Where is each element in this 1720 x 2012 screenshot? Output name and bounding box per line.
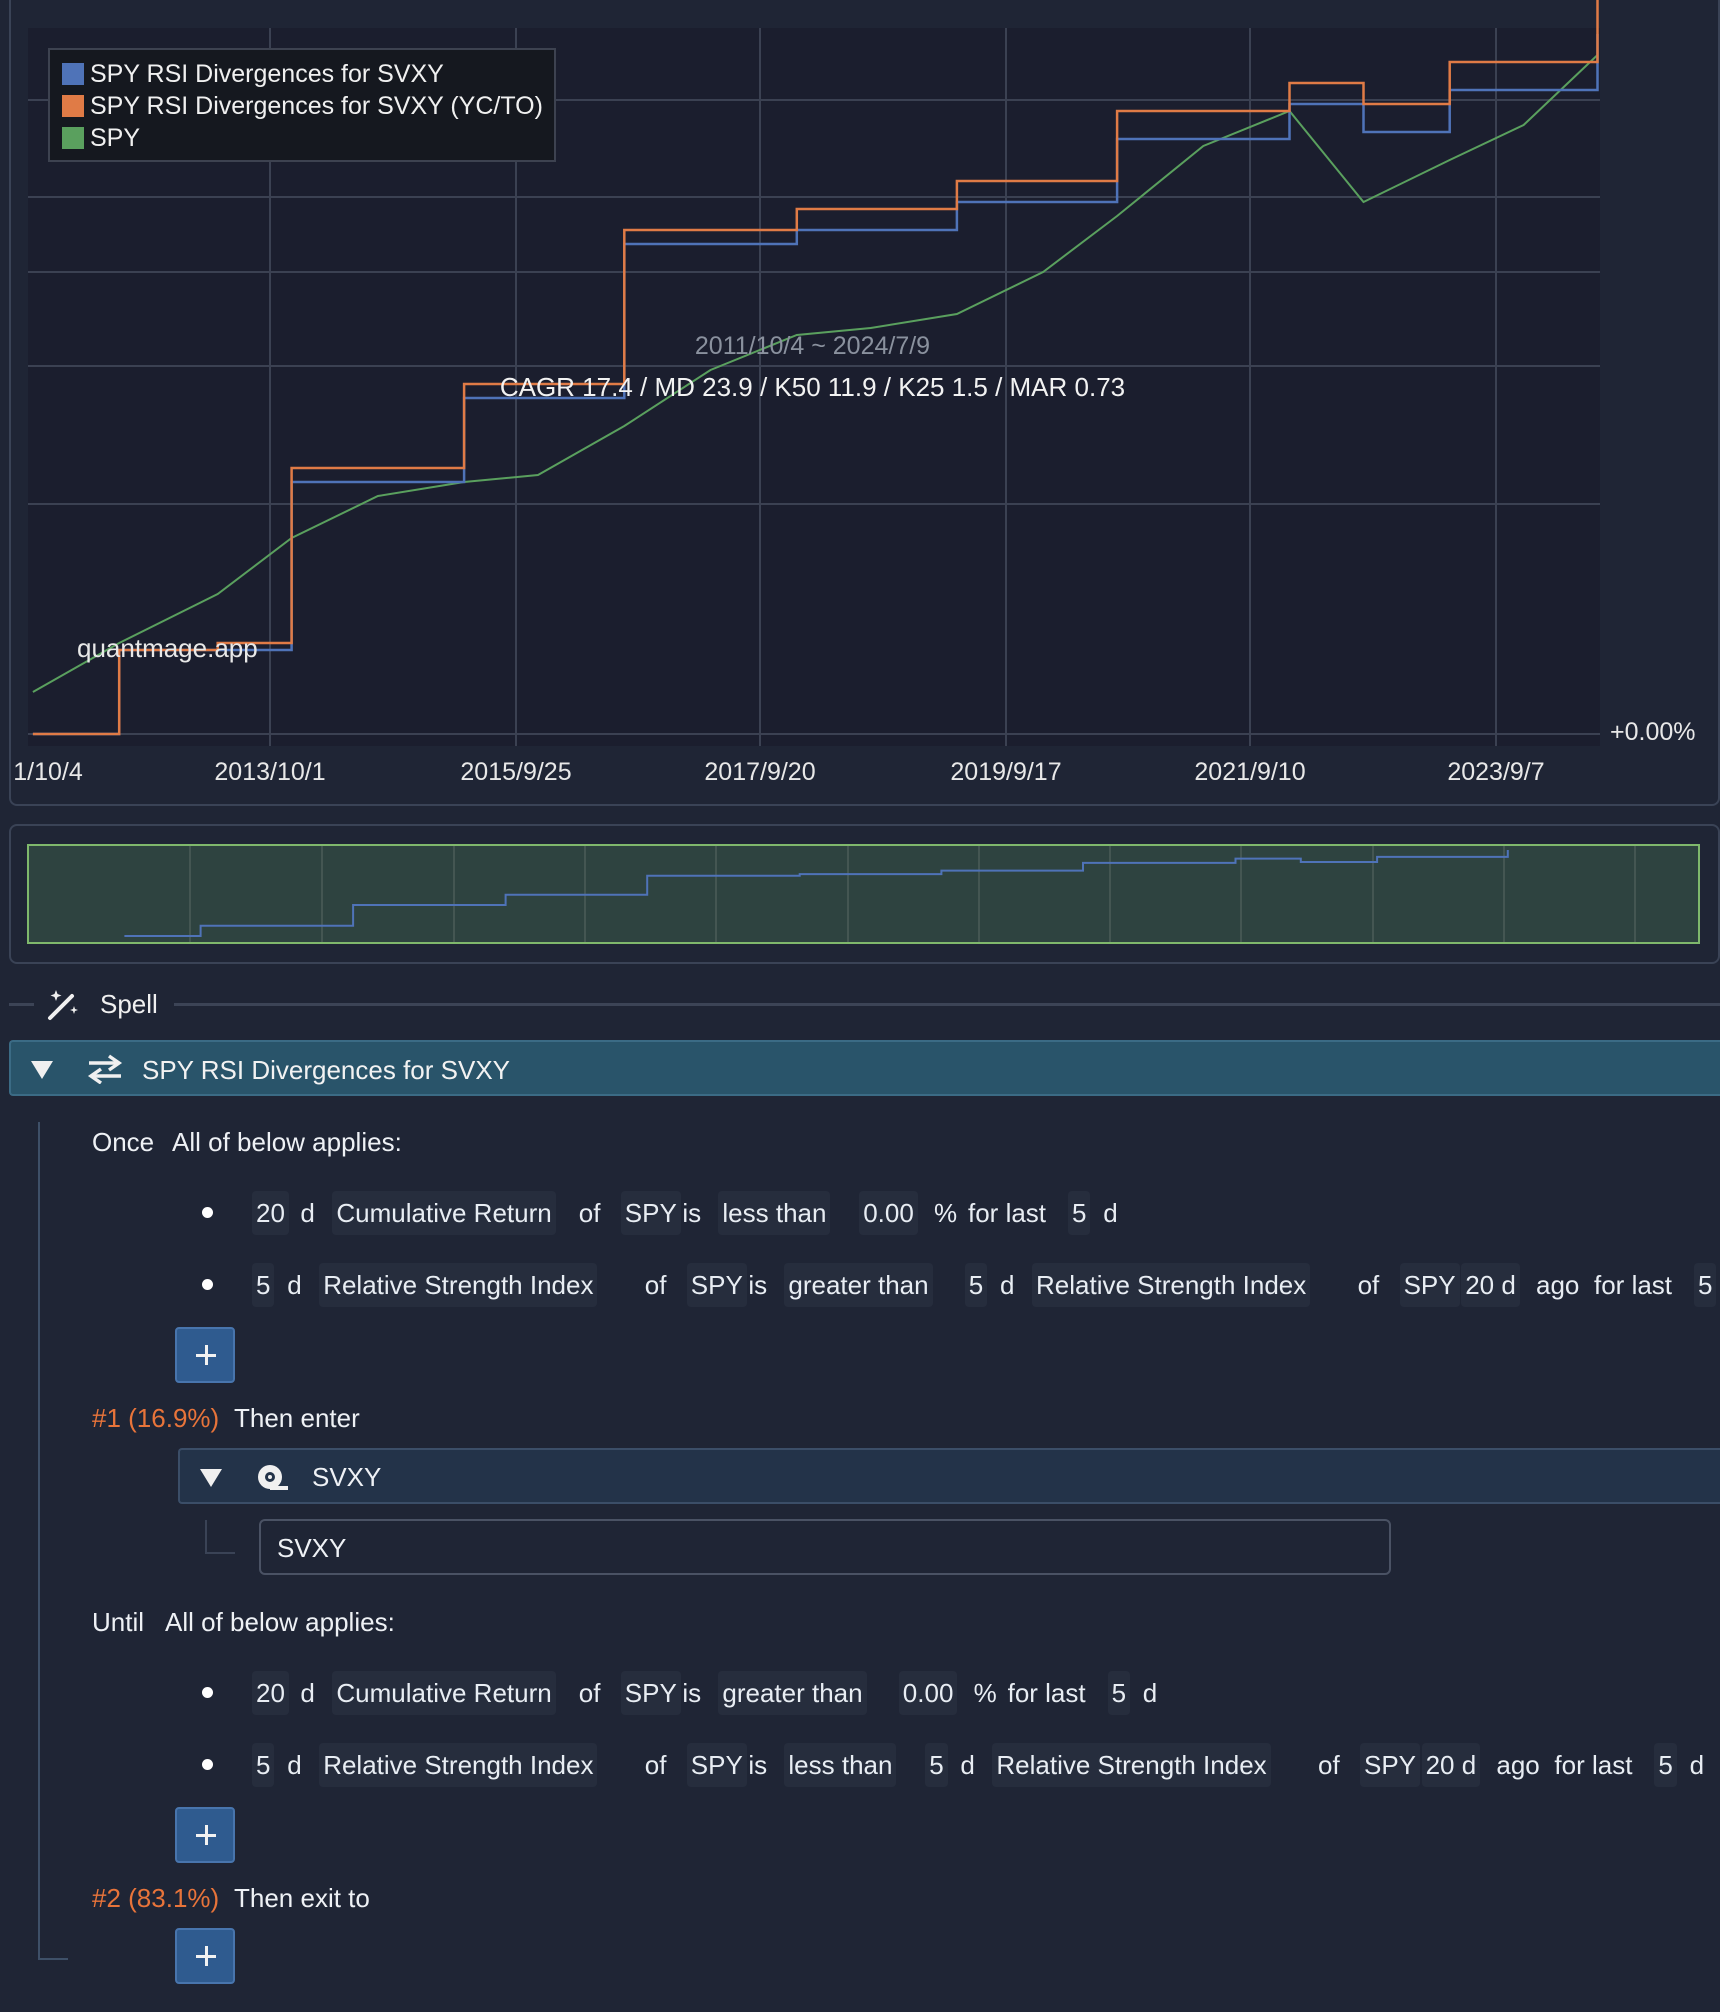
condition-chip[interactable]: Relative Strength Index <box>319 1743 598 1787</box>
condition-chip[interactable]: SPY <box>620 1671 681 1715</box>
branch-1-tag: #1 (16.9%) <box>92 1403 220 1433</box>
condition-text: d <box>1689 1750 1705 1780</box>
condition-text: is <box>748 1270 768 1300</box>
asset-header-label: SVXY <box>312 1462 382 1492</box>
branch-1-action: Then enter <box>234 1403 360 1433</box>
tree-line <box>38 1122 40 1960</box>
condition-chip[interactable]: Relative Strength Index <box>319 1263 598 1307</box>
condition-text: d <box>1142 1678 1158 1708</box>
condition-text: is <box>682 1198 702 1228</box>
add-exit-target-button[interactable] <box>175 1928 235 1984</box>
condition-chip[interactable]: 5 <box>925 1743 948 1787</box>
condition-chip[interactable]: SPY <box>686 1743 747 1787</box>
condition-chip[interactable]: SPY <box>686 1263 747 1307</box>
tree-line <box>38 1958 68 1960</box>
asset-header[interactable]: SVXY <box>178 1448 1720 1504</box>
condition-text: of <box>1357 1270 1380 1300</box>
condition-text: for last <box>1007 1678 1086 1708</box>
condition-chip[interactable]: 20 <box>252 1191 289 1235</box>
condition-text: d <box>287 1270 302 1300</box>
condition-chip[interactable]: 20 <box>252 1671 289 1715</box>
condition-text: ago <box>1536 1270 1580 1300</box>
tree-line <box>205 1520 207 1552</box>
condition-text: of <box>1318 1750 1340 1780</box>
condition-chip[interactable]: less than <box>784 1743 897 1787</box>
bullet-icon <box>202 1279 213 1290</box>
add-entry-condition-button[interactable] <box>175 1327 235 1383</box>
condition-chip[interactable]: Relative Strength Index <box>1032 1263 1311 1307</box>
condition-chip[interactable]: Relative Strength Index <box>992 1743 1271 1787</box>
condition-text: % <box>973 1678 997 1708</box>
condition-text: d <box>300 1678 315 1708</box>
condition-text: for last <box>1554 1750 1633 1780</box>
condition-chip[interactable]: Cumulative Return <box>332 1671 556 1715</box>
collapse-triangle-icon[interactable] <box>31 1061 53 1079</box>
spell-divider: Spell <box>0 982 1720 1026</box>
condition-text: d <box>300 1198 315 1228</box>
divider-line <box>9 1003 34 1006</box>
condition-chip[interactable]: 5 <box>252 1743 275 1787</box>
condition-chip[interactable]: 5 <box>1068 1191 1091 1235</box>
spell-label: Spell <box>100 989 158 1019</box>
bullet-icon <box>202 1207 213 1218</box>
asset-icon <box>258 1465 288 1490</box>
asset-ticker-field[interactable]: SVXY <box>259 1519 1391 1575</box>
strategy-title: SPY RSI Divergences for SVXY <box>142 1055 511 1085</box>
condition-text: of <box>644 1270 667 1300</box>
branch-2-tag: #2 (83.1%) <box>92 1883 220 1913</box>
bullet-icon <box>202 1759 213 1770</box>
condition-chip[interactable]: SPY <box>1360 1743 1421 1787</box>
bullet-icon <box>202 1687 213 1698</box>
add-exit-condition-button[interactable] <box>175 1807 235 1863</box>
condition-chip[interactable]: 5 <box>252 1263 275 1307</box>
condition-chip[interactable]: 20 d <box>1461 1263 1520 1307</box>
condition-chip[interactable]: less than <box>718 1191 831 1235</box>
condition-text: of <box>644 1750 667 1780</box>
condition-text: ago <box>1496 1750 1540 1780</box>
asset-ticker-value: SVXY <box>277 1533 347 1563</box>
condition-chip[interactable]: 5 <box>1654 1743 1677 1787</box>
condition-text: d <box>960 1750 975 1780</box>
condition-chip[interactable]: SPY <box>1399 1263 1460 1307</box>
until-keyword: Until <box>92 1607 145 1637</box>
condition-chip[interactable]: 0.00 <box>859 1191 918 1235</box>
collapse-triangle-icon[interactable] <box>200 1469 222 1487</box>
condition-chip[interactable]: greater than <box>784 1263 933 1307</box>
condition-text: is <box>748 1750 768 1780</box>
strategy-header[interactable]: SPY RSI Divergences for SVXY <box>9 1040 1720 1096</box>
condition-chip[interactable]: Cumulative Return <box>332 1191 556 1235</box>
condition-text: of <box>578 1198 601 1228</box>
range-navigator[interactable] <box>0 0 1720 980</box>
magic-wand-icon <box>48 990 78 1020</box>
until-condition-mode[interactable]: All of below applies: <box>165 1607 395 1638</box>
tree-line <box>205 1552 235 1554</box>
condition-text: of <box>578 1678 601 1708</box>
condition-chip[interactable]: 5 <box>1694 1263 1717 1307</box>
swap-arrows-icon <box>87 1054 123 1084</box>
condition-text: d <box>1000 1270 1015 1300</box>
condition-text: for last <box>1594 1270 1673 1300</box>
once-condition-mode[interactable]: All of below applies: <box>172 1127 402 1158</box>
condition-chip[interactable]: 20 d <box>1421 1743 1481 1787</box>
branch-2-action: Then exit to <box>234 1883 370 1913</box>
condition-chip[interactable]: SPY <box>620 1191 681 1235</box>
condition-text: d <box>1103 1198 1118 1228</box>
condition-chip[interactable]: greater than <box>718 1671 867 1715</box>
condition-text: is <box>682 1678 702 1708</box>
divider-line <box>174 1003 1720 1006</box>
navigator-selection <box>27 844 1700 944</box>
condition-chip[interactable]: 5 <box>1107 1671 1131 1715</box>
condition-chip[interactable]: 0.00 <box>898 1671 958 1715</box>
condition-text: d <box>287 1750 302 1780</box>
once-keyword: Once <box>92 1127 155 1157</box>
condition-text: for last <box>968 1198 1047 1228</box>
condition-chip[interactable]: 5 <box>964 1263 988 1307</box>
condition-text: % <box>934 1198 958 1228</box>
